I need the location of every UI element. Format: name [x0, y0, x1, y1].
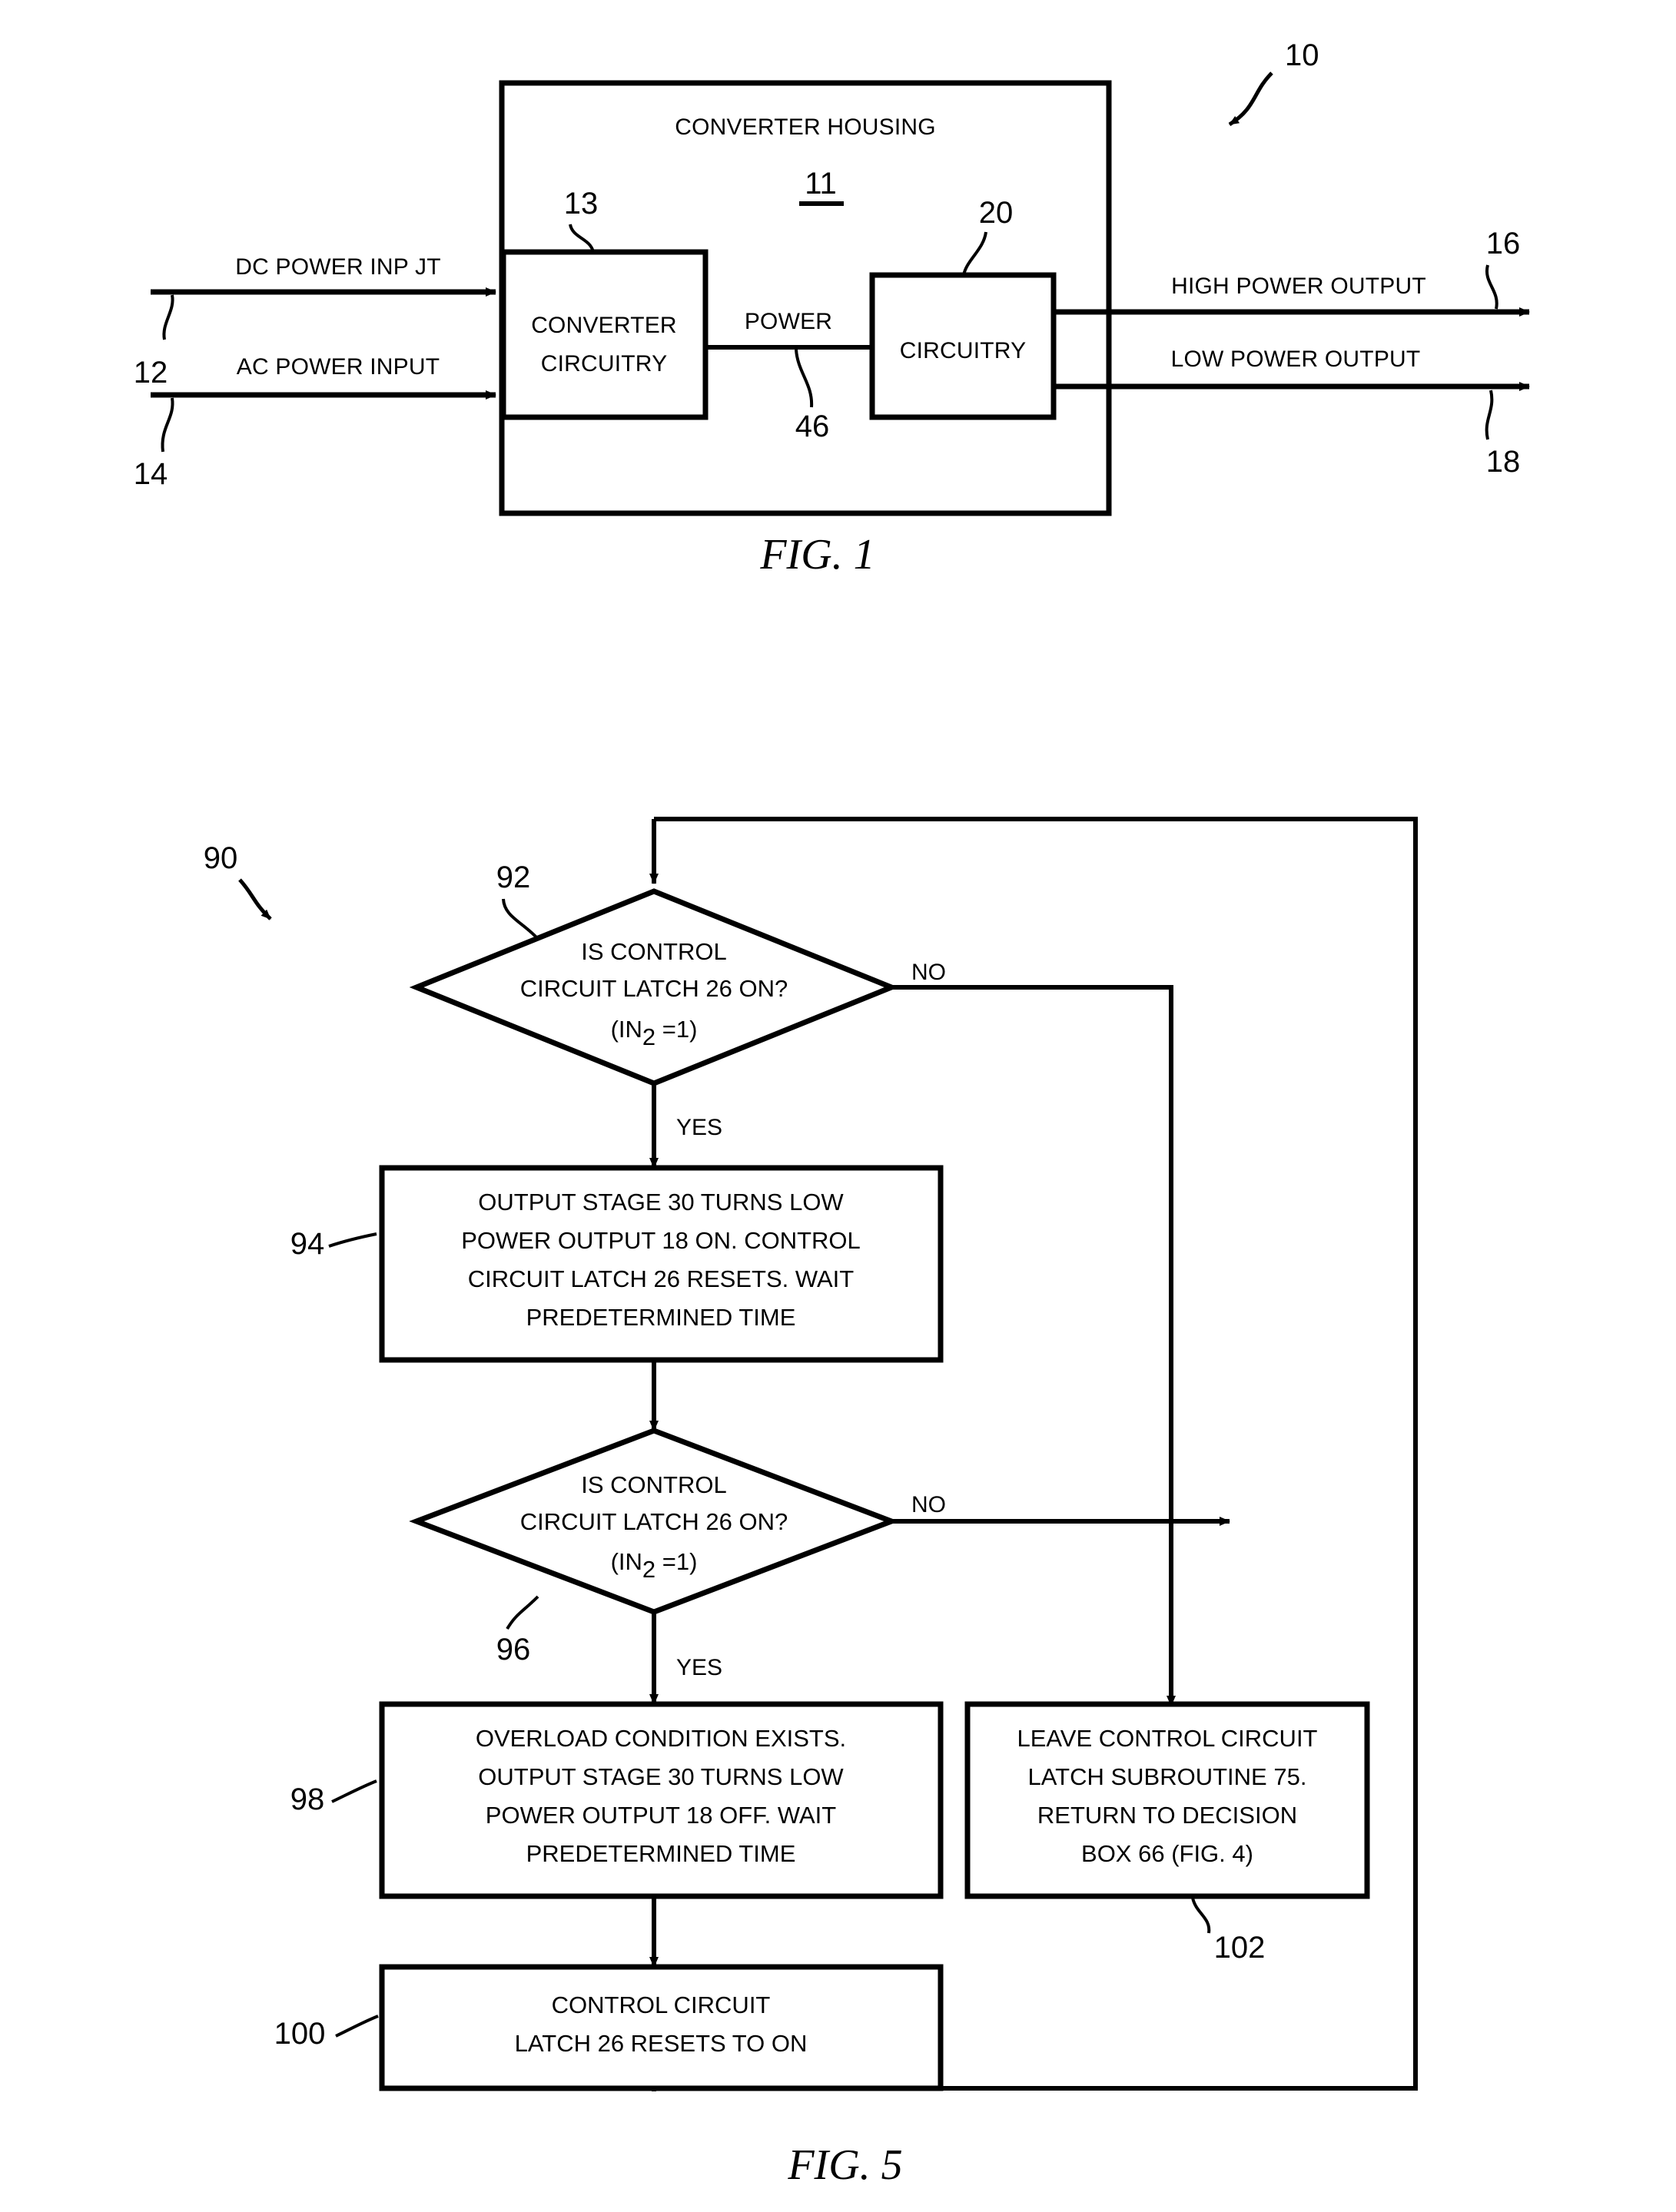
decision-92-line2: CIRCUIT LATCH 26 ON?	[520, 975, 788, 1002]
process-94-ref: 94	[290, 1227, 325, 1261]
ref-102-leader	[1191, 1897, 1211, 1934]
ref-100-leader	[335, 2015, 379, 2038]
process-94-line-3: CIRCUIT LATCH 26 RESETS. WAIT	[468, 1265, 854, 1292]
decision-92-cond-sub: 2	[642, 1023, 655, 1050]
high-power-output-ref-16: 16	[1486, 227, 1521, 260]
system-ref-10: 10	[1285, 38, 1319, 72]
figure-1-caption: FIG. 1	[759, 531, 875, 579]
low-power-output-ref-18: 18	[1486, 445, 1521, 479]
patent-drawing-sheet: CONVERTER HOUSING 11 10 CONVERTER CIRCUI…	[0, 0, 1676, 2212]
process-94-line-2: POWER OUTPUT 18 ON. CONTROL	[461, 1227, 861, 1254]
decision-92-no-path	[891, 985, 1176, 1706]
decision-96-line2: CIRCUIT LATCH 26 ON?	[520, 1508, 788, 1535]
process-98-line-1: OVERLOAD CONDITION EXISTS.	[476, 1725, 846, 1752]
process-94-line-4: PREDETERMINED TIME	[526, 1304, 796, 1331]
decision-92-cond-pre: (IN	[611, 1016, 642, 1043]
process-102-line-1: LEAVE CONTROL CIRCUIT	[1017, 1725, 1318, 1752]
low-power-output-label: LOW POWER OUTPUT	[1171, 347, 1421, 372]
process-98-line-2: OUTPUT STAGE 30 TURNS LOW	[478, 1763, 844, 1790]
process-100-line-1: CONTROL CIRCUIT	[552, 1991, 771, 2018]
converter-circuitry-ref-13: 13	[564, 187, 599, 221]
decision-96-no-label: NO	[911, 1492, 946, 1517]
converter-circuitry-line1: CONVERTER	[531, 313, 677, 338]
converter-housing-title: CONVERTER HOUSING	[675, 114, 936, 140]
decision-92-condition: (IN2 =1)	[611, 1016, 698, 1050]
process-94-line-1: OUTPUT STAGE 30 TURNS LOW	[478, 1189, 844, 1215]
process-102-line-2: LATCH SUBROUTINE 75.	[1028, 1763, 1307, 1790]
power-link-label: POWER	[745, 309, 832, 334]
process-102-line-4: BOX 66 (FIG. 4)	[1081, 1840, 1253, 1867]
decision-96-condition: (IN2 =1)	[611, 1548, 698, 1583]
process-98-line-4: PREDETERMINED TIME	[526, 1840, 796, 1867]
decision-92-ref: 92	[496, 861, 531, 894]
decision-96-yes-label: YES	[676, 1655, 722, 1680]
flow-ref-90-leader	[238, 878, 272, 920]
ref-14-leader	[161, 397, 174, 453]
ref-94-leader	[328, 1232, 377, 1248]
ref-96-leader	[506, 1595, 539, 1630]
process-100-line-2: LATCH 26 RESETS TO ON	[515, 2030, 808, 2057]
ref-16-leader	[1485, 264, 1498, 310]
figure-5-group: 90 IS CONTROL CIRCUIT LATCH 26 ON? (IN2 …	[204, 817, 1418, 2189]
dc-power-input-ref-12: 12	[134, 356, 168, 390]
converter-housing-box	[499, 80, 1112, 516]
decision-96-cond-pre: (IN	[611, 1548, 642, 1575]
converter-housing-ref: 11	[805, 167, 837, 201]
high-power-output-label: HIGH POWER OUTPUT	[1171, 274, 1426, 299]
decision-96-cond-post: =1)	[655, 1548, 697, 1575]
power-link-ref-46: 46	[795, 410, 830, 443]
decision-92-cond-post: =1)	[655, 1016, 697, 1043]
figures-svg: CONVERTER HOUSING 11 10 CONVERTER CIRCUI…	[134, 38, 1530, 2189]
decision-92-line1: IS CONTROL	[581, 938, 726, 965]
figure-1-group: CONVERTER HOUSING 11 10 CONVERTER CIRCUI…	[134, 38, 1530, 579]
ac-power-input-ref-14: 14	[134, 457, 168, 491]
ref-98-leader	[331, 1779, 377, 1803]
process-102-line-3: RETURN TO DECISION	[1037, 1802, 1297, 1829]
ref-18-leader	[1485, 390, 1494, 440]
figure-5-caption: FIG. 5	[787, 2141, 902, 2189]
system-ref-leader	[1228, 71, 1273, 127]
circuitry-label: CIRCUITRY	[900, 338, 1027, 363]
decision-92-yes-label: YES	[676, 1115, 722, 1140]
decision-96-cond-sub: 2	[642, 1556, 655, 1583]
flow-ref-90: 90	[204, 841, 238, 875]
ref-13-leader	[569, 224, 595, 253]
circuitry-ref-20: 20	[979, 196, 1014, 230]
decision-92-no-label: NO	[911, 960, 946, 985]
ref-20-leader	[962, 231, 987, 276]
dc-power-input-label: DC POWER INP JT	[235, 254, 440, 280]
ref-12-leader	[162, 294, 174, 340]
process-98-line-3: POWER OUTPUT 18 OFF. WAIT	[486, 1802, 836, 1829]
ref-92-leader	[502, 898, 539, 940]
converter-circuitry-line2: CIRCUITRY	[541, 351, 668, 376]
process-102-ref: 102	[1214, 1931, 1266, 1965]
ref-46-leader	[795, 349, 814, 408]
decision-96-ref: 96	[496, 1633, 531, 1666]
decision-96-line1: IS CONTROL	[581, 1471, 726, 1498]
process-98-ref: 98	[290, 1783, 325, 1816]
ac-power-input-label: AC POWER INPUT	[237, 354, 440, 380]
process-100-ref: 100	[274, 2017, 326, 2051]
process-100-box	[379, 1964, 944, 2091]
